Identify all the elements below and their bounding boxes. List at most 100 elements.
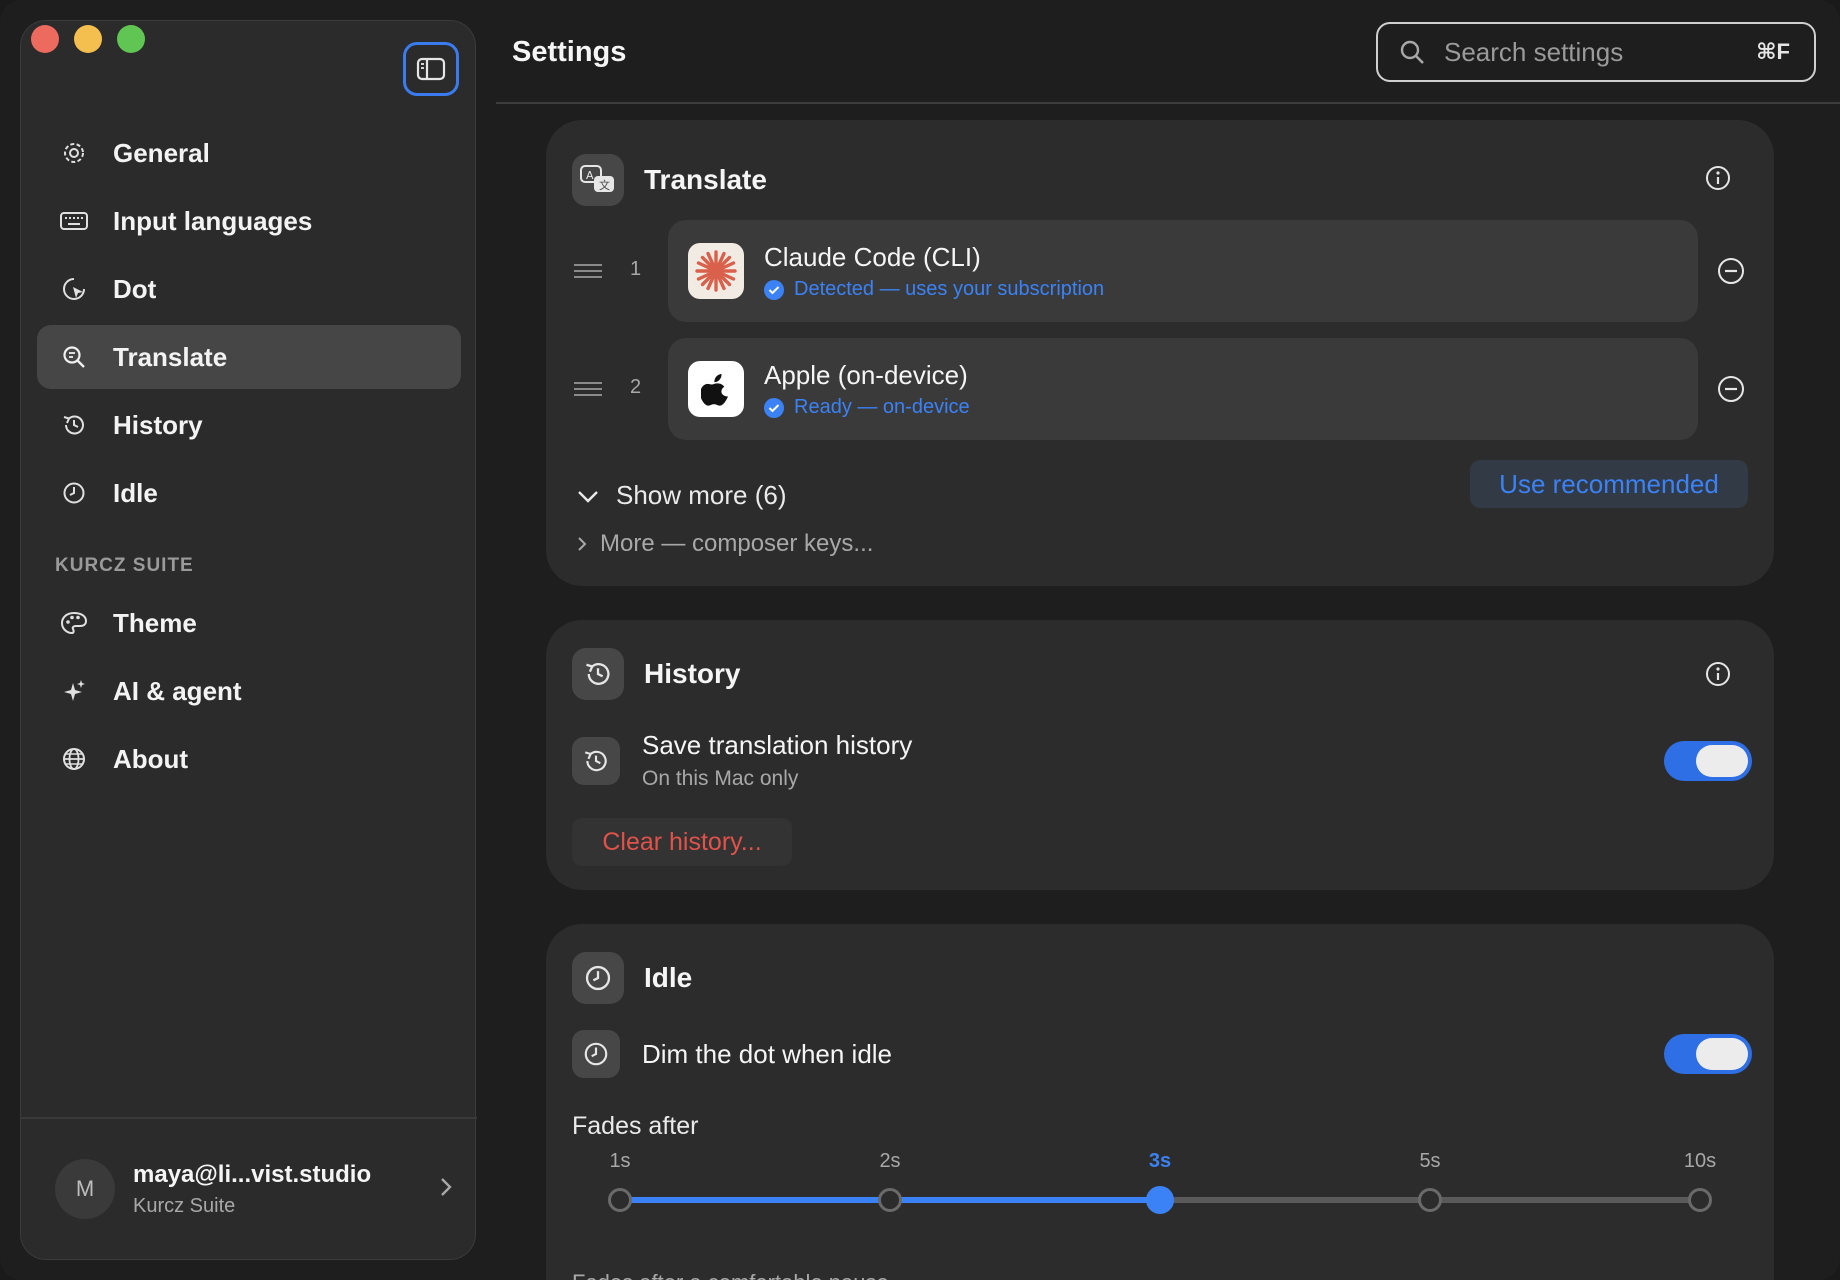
main-content: Settings Search settings ⌘F A文 Translate…	[496, 0, 1840, 1280]
close-window-button[interactable]	[31, 25, 59, 53]
account-row[interactable]: M maya@li...vist.studio Kurcz Suite	[21, 1117, 477, 1259]
fades-after-label: Fades after	[572, 1112, 699, 1140]
account-email: maya@li...vist.studio	[133, 1161, 372, 1188]
search-input[interactable]: Search settings ⌘F	[1376, 22, 1816, 82]
provider-index: 2	[630, 376, 642, 398]
drag-handle-icon[interactable]	[574, 382, 602, 400]
provider-status-text: Detected — uses your subscription	[794, 278, 1105, 300]
translate-card: A文 Translate 1 Claude Code (CLI) Detecte…	[546, 120, 1774, 586]
slider-tick-label: 2s	[879, 1150, 901, 1172]
sidebar-item-label: Theme	[113, 607, 197, 638]
sidebar-item-history[interactable]: History	[37, 393, 461, 457]
provider-status: Detected — uses your subscription	[764, 278, 1104, 301]
drag-handle-icon[interactable]	[574, 264, 602, 282]
provider-row: 2 Apple (on-device) Ready — on-device	[572, 338, 1758, 440]
clock-icon	[59, 478, 89, 508]
zoom-window-button[interactable]	[117, 25, 145, 53]
settings-window: General Input languages Dot Translate Hi…	[0, 0, 1840, 1280]
claude-logo-icon	[688, 243, 744, 299]
sidebar-item-about[interactable]: About	[37, 727, 461, 791]
slider-tick-label: 10s	[1683, 1150, 1717, 1172]
chevron-down-icon	[578, 490, 598, 503]
check-icon	[764, 397, 784, 418]
save-history-text: Save translation history On this Mac onl…	[642, 730, 912, 791]
history-card: History Save translation history On this…	[546, 620, 1774, 890]
provider-name: Claude Code (CLI)	[764, 242, 981, 272]
save-history-toggle[interactable]	[1664, 740, 1752, 781]
apple-logo-icon	[688, 361, 744, 417]
clock-icon	[572, 952, 624, 1004]
dim-dot-toggle[interactable]	[1664, 1034, 1752, 1074]
avatar: M	[55, 1159, 115, 1219]
provider-card[interactable]: Apple (on-device) Ready — on-device	[668, 338, 1698, 440]
chevron-right-icon	[441, 1178, 452, 1196]
sidebar-item-input-languages[interactable]: Input languages	[37, 189, 461, 253]
minimize-window-button[interactable]	[74, 25, 102, 53]
check-icon	[764, 279, 784, 300]
translate-card-title: Translate	[644, 164, 767, 195]
clear-history-button[interactable]: Clear history...	[572, 818, 792, 866]
search-shortcut: ⌘F	[1756, 39, 1790, 64]
search-icon	[1400, 40, 1424, 64]
dim-dot-row: Dim the dot when idle	[572, 1030, 1752, 1078]
sidebar-nav: General Input languages Dot Translate Hi…	[37, 121, 461, 795]
provider-card[interactable]: Claude Code (CLI) Detected — uses your s…	[668, 220, 1698, 322]
remove-provider-icon[interactable]	[1716, 374, 1746, 404]
remove-provider-icon[interactable]	[1716, 256, 1746, 286]
idle-card: Idle Dim the dot when idle Fades after 1…	[546, 924, 1774, 1280]
window-controls	[31, 25, 145, 53]
sidebar-item-general[interactable]: General	[37, 121, 461, 185]
gear-icon	[59, 138, 89, 168]
show-more-toggle[interactable]: Show more (6)	[576, 480, 787, 511]
sidebar-item-label: History	[113, 409, 203, 440]
clock-icon	[572, 1030, 620, 1078]
sidebar-item-label: Input languages	[113, 205, 313, 236]
info-icon[interactable]	[1704, 660, 1732, 688]
sidebar-icon	[416, 57, 446, 81]
sidebar-item-label: Dot	[113, 273, 157, 304]
slider-stop[interactable]	[878, 1188, 902, 1212]
slider-stop[interactable]	[1688, 1188, 1712, 1212]
sidebar-toggle-button[interactable]	[403, 42, 459, 96]
history-icon	[572, 736, 620, 785]
sidebar-item-label: General	[113, 137, 210, 168]
provider-status: Ready — on-device	[764, 396, 970, 419]
sidebar-item-translate[interactable]: Translate	[37, 325, 461, 389]
provider-name: Apple (on-device)	[764, 360, 968, 390]
history-card-header: History	[572, 648, 740, 700]
fades-after-note: Fades after a comfortable pause.	[572, 1270, 895, 1280]
page-title: Settings	[512, 36, 627, 68]
sidebar-item-dot[interactable]: Dot	[37, 257, 461, 321]
sidebar-item-theme[interactable]: Theme	[37, 591, 461, 655]
keyboard-icon	[59, 206, 89, 236]
slider-thumb[interactable]	[1146, 1186, 1174, 1214]
sidebar: General Input languages Dot Translate Hi…	[20, 20, 477, 1260]
slider-stop[interactable]	[608, 1188, 632, 1212]
palette-icon	[59, 608, 89, 638]
fades-after-slider[interactable]: 1s 2s 3s 5s 10s	[572, 1150, 1752, 1240]
sidebar-item-label: Idle	[113, 477, 158, 508]
account-subtitle: Kurcz Suite	[133, 1195, 236, 1217]
chevron-right-icon	[578, 537, 587, 551]
info-icon[interactable]	[1704, 164, 1732, 192]
sidebar-item-idle[interactable]: Idle	[37, 461, 461, 525]
translate-icon: A文	[572, 154, 624, 206]
save-history-title: Save translation history	[642, 730, 913, 760]
history-icon	[572, 648, 624, 700]
history-card-title: History	[644, 658, 741, 689]
provider-row: 1 Claude Code (CLI) Detected — uses your…	[572, 220, 1758, 322]
slider-tick-label: 3s	[1148, 1150, 1172, 1172]
save-history-row: Save translation history On this Mac onl…	[572, 730, 1752, 791]
slider-tick-label: 5s	[1419, 1150, 1441, 1172]
sidebar-section-label: KURCZ SUITE	[55, 555, 194, 576]
more-composer-keys-link[interactable]: More — composer keys...	[576, 530, 873, 558]
slider-stop[interactable]	[1418, 1188, 1442, 1212]
cursor-icon	[59, 274, 89, 304]
slider-tick-label: 1s	[609, 1150, 631, 1172]
use-recommended-button[interactable]: Use recommended	[1470, 460, 1748, 508]
provider-index: 1	[630, 258, 642, 280]
globe-icon	[59, 744, 89, 774]
svg-text:文: 文	[599, 178, 610, 192]
sidebar-item-ai-agent[interactable]: AI & agent	[37, 659, 461, 723]
save-history-subtitle: On this Mac only	[642, 767, 799, 790]
